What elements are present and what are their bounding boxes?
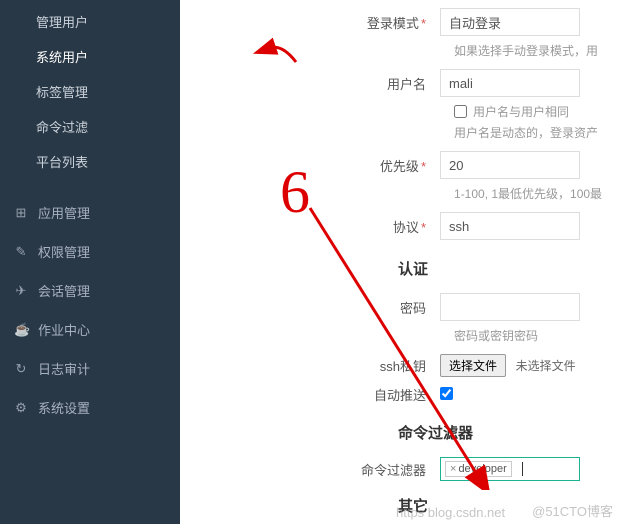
priority-help: 1-100, 1最低优先级，100最: [454, 185, 619, 202]
login-mode-label: 登录模式*: [180, 13, 440, 32]
password-input[interactable]: [440, 293, 580, 321]
tag-text: developer: [458, 463, 506, 475]
sidebar-item-label: 系统设置: [38, 398, 90, 417]
sidebar-item-label: 权限管理: [38, 242, 90, 261]
password-help: 密码或密钥密码: [454, 327, 619, 344]
filter-tag[interactable]: × developer: [445, 461, 512, 477]
auth-section-title: 认证: [398, 258, 619, 279]
sidebar-sub-platform-list[interactable]: 平台列表: [0, 144, 180, 179]
gear-icon: ⚙: [14, 400, 28, 416]
other-section-title: 其它: [398, 495, 619, 516]
sidebar-sub-system-user[interactable]: 系统用户: [0, 39, 180, 74]
sidebar-sub-tag-manage[interactable]: 标签管理: [0, 74, 180, 109]
sidebar-item-perm-manage[interactable]: ✎ 权限管理: [0, 232, 180, 271]
sidebar-item-app-manage[interactable]: ⊞ 应用管理: [0, 193, 180, 232]
refresh-icon: ↻: [14, 361, 28, 377]
cmd-filter-tag-input[interactable]: × developer: [440, 457, 580, 481]
choose-file-button[interactable]: 选择文件: [440, 354, 506, 377]
sidebar-item-label: 日志审计: [38, 359, 90, 378]
sidebar-item-label: 应用管理: [38, 203, 90, 222]
protocol-label: 协议*: [180, 217, 440, 236]
auto-push-checkbox[interactable]: [440, 387, 453, 400]
edit-icon: ✎: [14, 244, 28, 260]
coffee-icon: ☕: [14, 322, 28, 338]
file-status: 未选择文件: [516, 359, 576, 373]
sidebar-item-system-settings[interactable]: ⚙ 系统设置: [0, 388, 180, 427]
sidebar-item-label: 会话管理: [38, 281, 90, 300]
protocol-select[interactable]: [440, 212, 580, 240]
username-help: 用户名是动态的，登录资产: [454, 124, 619, 141]
priority-input[interactable]: [440, 151, 580, 179]
remove-tag-icon[interactable]: ×: [450, 463, 456, 475]
login-mode-help: 如果选择手动登录模式，用: [454, 42, 619, 59]
annotation-arrow-2-icon: [300, 200, 500, 490]
login-mode-select[interactable]: [440, 8, 580, 36]
plane-icon: ✈: [14, 283, 28, 299]
grid-icon: ⊞: [14, 205, 28, 221]
priority-label: 优先级*: [180, 156, 440, 175]
password-label: 密码: [180, 298, 440, 317]
sidebar-item-job-center[interactable]: ☕ 作业中心: [0, 310, 180, 349]
sidebar-sub-manage-user[interactable]: 管理用户: [0, 4, 180, 39]
same-as-user-checkbox[interactable]: [454, 105, 467, 118]
auto-push-label: 自动推送: [180, 385, 440, 404]
sidebar-sub-cmd-filter[interactable]: 命令过滤: [0, 109, 180, 144]
ssh-key-label: ssh私钥: [180, 356, 440, 375]
sidebar: 管理用户 系统用户 标签管理 命令过滤 平台列表 ⊞ 应用管理 ✎ 权限管理 ✈…: [0, 0, 180, 524]
same-as-user-label: 用户名与用户相同: [473, 103, 569, 120]
cmd-filter-label: 命令过滤器: [180, 460, 440, 479]
username-input[interactable]: [440, 69, 580, 97]
sidebar-item-label: 作业中心: [38, 320, 90, 339]
sidebar-item-log-audit[interactable]: ↻ 日志审计: [0, 349, 180, 388]
form-panel: 登录模式* 如果选择手动登录模式，用 用户名 用户名与用户相同 用户名是动态的，…: [180, 0, 619, 524]
filter-section-title: 命令过滤器: [398, 422, 619, 443]
text-cursor: [522, 462, 523, 476]
username-label: 用户名: [180, 74, 440, 93]
sidebar-item-session-manage[interactable]: ✈ 会话管理: [0, 271, 180, 310]
